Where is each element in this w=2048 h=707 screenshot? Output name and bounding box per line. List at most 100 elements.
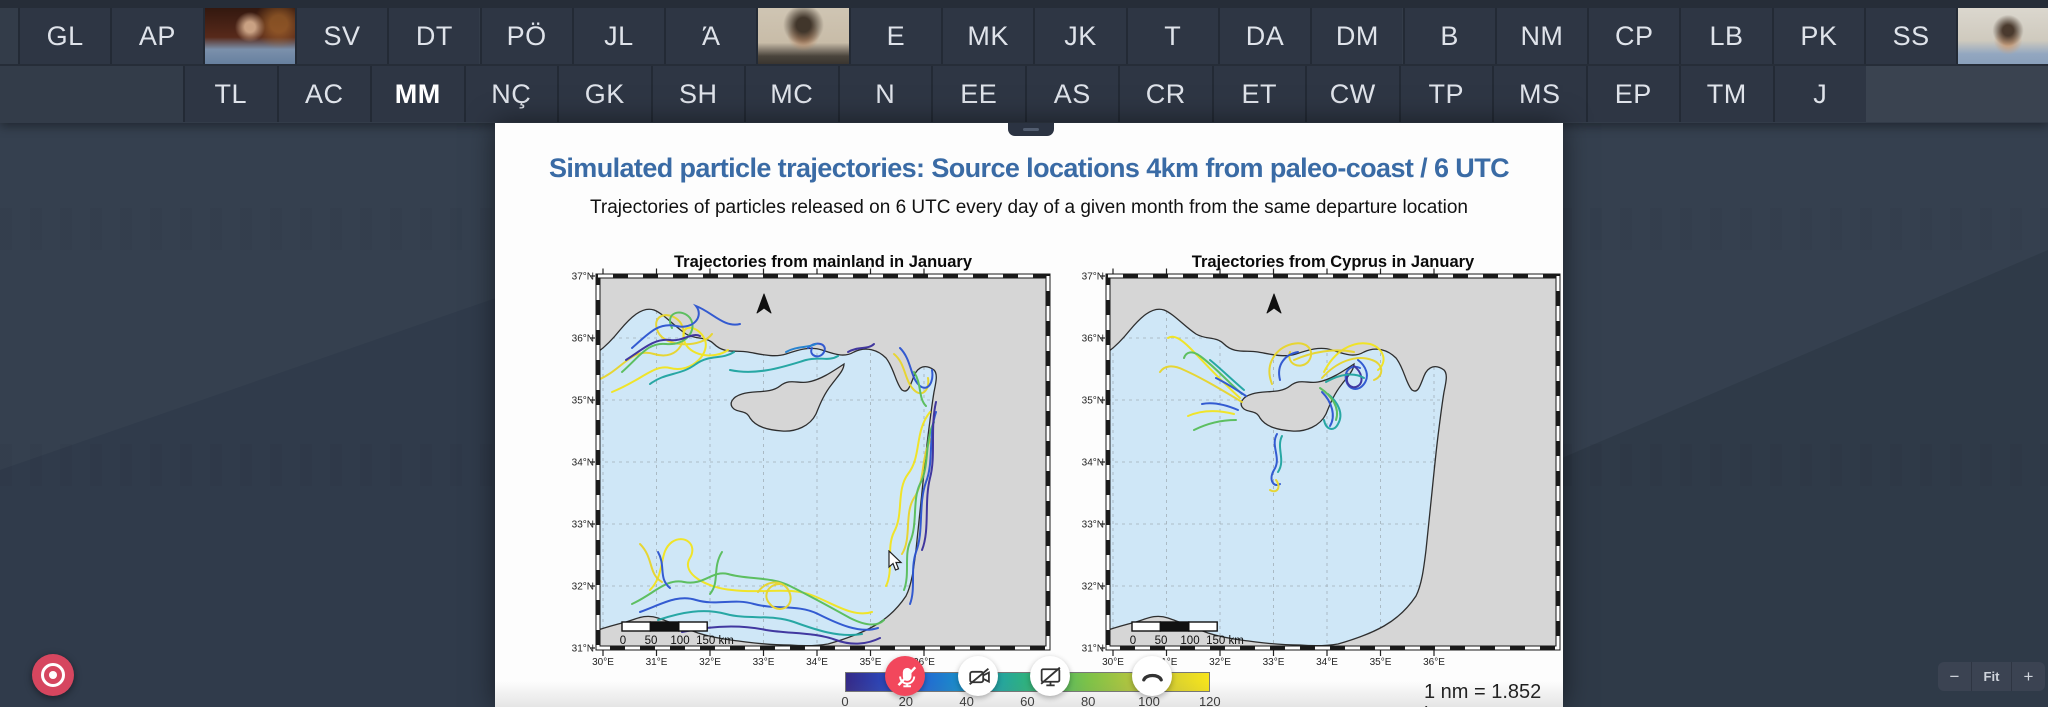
participant-tile-ms[interactable]: MS: [1492, 66, 1586, 122]
participant-initials: CW: [1330, 79, 1376, 110]
participant-tile-t[interactable]: T: [1126, 8, 1218, 64]
svg-text:35°N: 35°N: [572, 396, 594, 407]
participant-tile-ap[interactable]: AP: [110, 8, 202, 64]
participant-tile-da[interactable]: DA: [1218, 8, 1310, 64]
participant-initials: TM: [1707, 79, 1747, 110]
participant-tile-sv[interactable]: SV: [295, 8, 387, 64]
row-divider: [0, 64, 2048, 66]
participant-row-1: GLAP SV DT PÖ JLΆ EMK JK T DADM B NM CP LBPK SS: [0, 8, 2048, 64]
participant-tile-e[interactable]: E: [849, 8, 941, 64]
participant-initials: T: [1164, 21, 1181, 52]
participant-initials: JK: [1064, 21, 1097, 52]
participant-tile-tm[interactable]: TM: [1679, 66, 1773, 122]
participant-video: [1958, 8, 2048, 64]
record-button[interactable]: [32, 654, 74, 696]
participant-tile-n[interactable]: N: [838, 66, 932, 122]
svg-text:35°N: 35°N: [1082, 396, 1104, 407]
participant-row-2: TL AC MM NÇGK SH MC N EE AS CR ET CW TP MSEP TM J: [0, 66, 2048, 122]
svg-text:34°N: 34°N: [572, 458, 594, 469]
participant-initials: J: [1813, 79, 1827, 110]
participant-initials: SV: [324, 21, 361, 52]
phone-handset-icon: [1139, 663, 1166, 690]
participant-tile-cp[interactable]: CP: [1587, 8, 1679, 64]
participant-tile-dm[interactable]: DM: [1310, 8, 1402, 64]
shared-screen-slide: Simulated particle trajectories: Source …: [495, 123, 1563, 707]
participant-initials: MM: [395, 79, 441, 110]
svg-text:32°E: 32°E: [699, 657, 721, 668]
participant-tile-ee[interactable]: EE: [931, 66, 1025, 122]
participant-tile-ss[interactable]: SS: [1864, 8, 1956, 64]
participant-tile-gl[interactable]: GL: [18, 8, 110, 64]
participant-tile-lb[interactable]: LB: [1679, 8, 1771, 64]
svg-text:36°N: 36°N: [1082, 334, 1104, 345]
participant-tile-j[interactable]: J: [1773, 66, 1867, 122]
participant-tile-tl[interactable]: TL: [183, 66, 277, 122]
scale-note: 1 nm = 1.852 km: [1424, 681, 1563, 707]
participant-tile-et[interactable]: ET: [1212, 66, 1306, 122]
participant-tile-cw[interactable]: CW: [1305, 66, 1399, 122]
participant-tile-ά[interactable]: Ά: [664, 8, 756, 64]
svg-text:100: 100: [670, 635, 689, 647]
leave-call-button[interactable]: [1132, 656, 1172, 696]
participant-video-tile[interactable]: [203, 8, 295, 64]
participant-initials: CP: [1615, 21, 1654, 52]
zoom-in-button[interactable]: +: [2012, 662, 2045, 691]
participant-tile-mm[interactable]: MM: [370, 66, 464, 122]
participant-tile-jk[interactable]: JK: [1033, 8, 1125, 64]
participant-tile-jl[interactable]: JL: [572, 8, 664, 64]
participant-tile-tp[interactable]: TP: [1399, 66, 1493, 122]
participant-band: GLAP SV DT PÖ JLΆ EMK JK T DADM B NM CP LBPK SS TL AC M…: [0, 0, 2048, 123]
participant-tile-gk[interactable]: GK: [557, 66, 651, 122]
participant-initials: SS: [1893, 21, 1930, 52]
participant-initials: TP: [1428, 79, 1464, 110]
participant-initials: AC: [305, 79, 344, 110]
mouse-cursor: [888, 550, 904, 572]
zoom-out-button[interactable]: −: [1938, 662, 1971, 691]
participant-tile-ep[interactable]: EP: [1586, 66, 1680, 122]
participant-tile-ac[interactable]: AC: [277, 66, 371, 122]
svg-text:150 km: 150 km: [1206, 635, 1244, 647]
participant-tile-mc[interactable]: MC: [744, 66, 838, 122]
zoom-bar: − Fit +: [1938, 662, 2045, 691]
microphone-slash-icon: [892, 663, 918, 689]
participant-initials: MC: [770, 79, 813, 110]
participant-tile-as[interactable]: AS: [1025, 66, 1119, 122]
colorbar-tick-label: 0: [825, 694, 865, 707]
participant-initials: DT: [416, 21, 453, 52]
record-icon: [41, 663, 65, 687]
toolbar-handle[interactable]: [1008, 123, 1054, 136]
participant-initials: SH: [679, 79, 718, 110]
participant-tile-mk[interactable]: MK: [941, 8, 1033, 64]
participant-tile-cr[interactable]: CR: [1118, 66, 1212, 122]
participant-initials: PÖ: [507, 21, 547, 52]
participant-initials: B: [1440, 21, 1459, 52]
screen-share-off-button[interactable]: [1030, 656, 1070, 696]
svg-text:31°E: 31°E: [646, 657, 668, 668]
participant-initials: ET: [1241, 79, 1277, 110]
meeting-window: GLAP SV DT PÖ JLΆ EMK JK T DADM B NM CP LBPK SS TL AC M…: [0, 0, 2048, 707]
svg-text:36°N: 36°N: [572, 334, 594, 345]
svg-text:34°E: 34°E: [1316, 657, 1338, 668]
colorbar-tick-label: 100: [1129, 694, 1169, 707]
camera-off-button[interactable]: [958, 656, 998, 696]
participant-tile-pö[interactable]: PÖ: [480, 8, 572, 64]
svg-text:50: 50: [645, 635, 658, 647]
participant-tile-pk[interactable]: PK: [1772, 8, 1864, 64]
svg-text:31°N: 31°N: [572, 644, 594, 655]
svg-text:Trajectories from mainland in: Trajectories from mainland in January: [674, 253, 973, 271]
participant-initials: AS: [1054, 79, 1091, 110]
zoom-fit-button[interactable]: Fit: [1971, 662, 2012, 691]
svg-text:32°N: 32°N: [1082, 582, 1104, 593]
participant-tile-b[interactable]: B: [1403, 8, 1495, 64]
participant-tile-dt[interactable]: DT: [387, 8, 479, 64]
participant-tile-nm[interactable]: NM: [1495, 8, 1587, 64]
trajectory-map-cyprus: 37°N36°N35°N34°N33°N32°N31°N30°E31°E32°E…: [1072, 252, 1563, 680]
participant-initials: N: [875, 79, 895, 110]
colorbar-tick-label: 40: [947, 694, 987, 707]
slide-subtitle: Trajectories of particles released on 6 …: [495, 197, 1563, 219]
participant-tile-sh[interactable]: SH: [651, 66, 745, 122]
participant-tile-nç[interactable]: NÇ: [464, 66, 558, 122]
microphone-muted-button[interactable]: [885, 656, 925, 696]
participant-video-tile[interactable]: [756, 8, 848, 64]
participant-video-tile[interactable]: [1956, 8, 2048, 64]
